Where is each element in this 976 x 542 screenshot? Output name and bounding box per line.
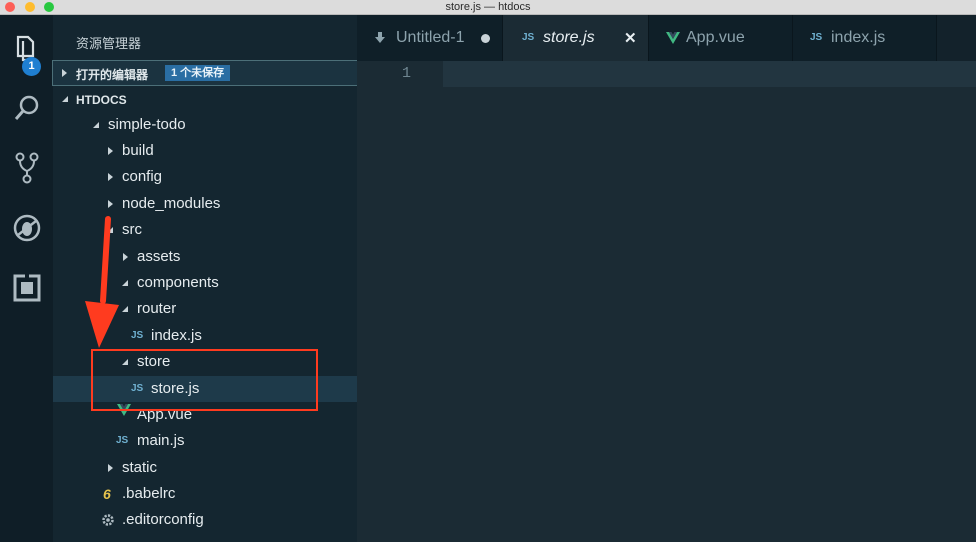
extensions-activity[interactable] — [0, 263, 53, 313]
chevron-down-icon — [60, 86, 72, 112]
folder-section-label: HTDOCS — [76, 93, 127, 107]
tree-item-babelrc[interactable]: 6 .babelrc — [53, 481, 357, 507]
tab-label: Untitled-1 — [396, 29, 465, 46]
js-file-icon: JS — [131, 330, 144, 341]
babel-file-icon: 6 — [103, 486, 111, 502]
vue-icon — [666, 32, 680, 44]
unsaved-dot-icon[interactable] — [481, 34, 490, 43]
annotation-arrow-icon — [85, 216, 119, 348]
search-activity[interactable] — [0, 83, 53, 133]
tab-store-js[interactable]: JS store.js ✕ — [503, 15, 649, 61]
extensions-icon — [13, 274, 40, 302]
current-line-highlight[interactable] — [443, 61, 976, 87]
tree-item-label: build — [122, 142, 154, 159]
window-titlebar: store.js — htdocs — [0, 0, 976, 15]
debug-icon — [13, 214, 40, 242]
tab-index-js[interactable]: JS index.js — [793, 15, 937, 61]
js-file-icon: JS — [810, 32, 823, 43]
tree-item-label: components — [137, 274, 219, 291]
tab-bar: Untitled-1 JS store.js ✕ App.vue JS inde… — [357, 15, 976, 61]
source-control-icon — [15, 152, 38, 184]
annotation-highlight-box — [91, 349, 318, 411]
folder-section-htdocs[interactable]: HTDOCS — [53, 87, 357, 111]
tab-untitled-1[interactable]: Untitled-1 — [357, 15, 503, 61]
chevron-right-icon — [105, 138, 117, 164]
tree-item-label: node_modules — [122, 195, 221, 212]
explorer-activity[interactable]: 1 — [0, 23, 53, 76]
tree-item-main-js[interactable]: JS main.js — [53, 428, 357, 454]
tab-label: index.js — [831, 29, 886, 46]
js-file-icon: JS — [116, 435, 129, 446]
js-file-icon: JS — [522, 32, 535, 43]
tree-item-node-modules[interactable]: node_modules — [53, 191, 357, 217]
window-title: store.js — htdocs — [445, 1, 531, 13]
tree-item-build[interactable]: build — [53, 138, 357, 164]
debug-activity[interactable] — [0, 203, 53, 253]
tree-item-label: src — [122, 221, 142, 238]
tree-item-label: .editorconfig — [122, 511, 204, 528]
search-icon — [14, 95, 38, 120]
tree-item-label: .babelrc — [122, 485, 176, 502]
chevron-right-icon — [105, 164, 117, 190]
source-control-activity[interactable] — [0, 143, 53, 193]
tree-item-label: static — [122, 459, 158, 476]
gear-icon — [101, 512, 115, 538]
unsaved-count-badge: 1 个未保存 — [165, 65, 231, 81]
tab-label: App.vue — [686, 29, 745, 46]
tree-item-label: router — [137, 300, 177, 317]
tree-item-static[interactable]: static — [53, 455, 357, 481]
tree-item-label: simple-todo — [108, 116, 186, 133]
tree-item-label: assets — [137, 248, 181, 265]
line-number: 1 — [401, 65, 411, 82]
tab-app-vue[interactable]: App.vue — [649, 15, 793, 61]
download-icon — [375, 32, 385, 43]
chevron-down-icon — [91, 112, 103, 138]
activity-bar: 1 — [0, 15, 53, 542]
explorer-badge: 1 — [22, 57, 41, 76]
editor-area: Untitled-1 JS store.js ✕ App.vue JS inde… — [357, 15, 976, 542]
tree-item-editorconfig[interactable]: .editorconfig — [53, 507, 357, 533]
tree-item-simple-todo[interactable]: simple-todo — [53, 112, 357, 138]
tree-item-label: main.js — [137, 432, 185, 449]
open-editors-label: 打开的编辑器 — [76, 68, 149, 82]
chevron-right-icon — [105, 191, 117, 217]
explorer-title: 资源管理器 — [76, 36, 142, 51]
tree-item-label: index.js — [151, 327, 202, 344]
tree-item-label: config — [122, 168, 163, 185]
close-icon[interactable]: ✕ — [624, 29, 637, 47]
tree-item-config[interactable]: config — [53, 164, 357, 190]
chevron-right-icon — [59, 60, 71, 86]
tab-label: store.js — [543, 29, 595, 46]
chevron-right-icon — [105, 455, 117, 481]
open-editors-section[interactable]: 打开的编辑器 1 个未保存 — [52, 60, 358, 86]
